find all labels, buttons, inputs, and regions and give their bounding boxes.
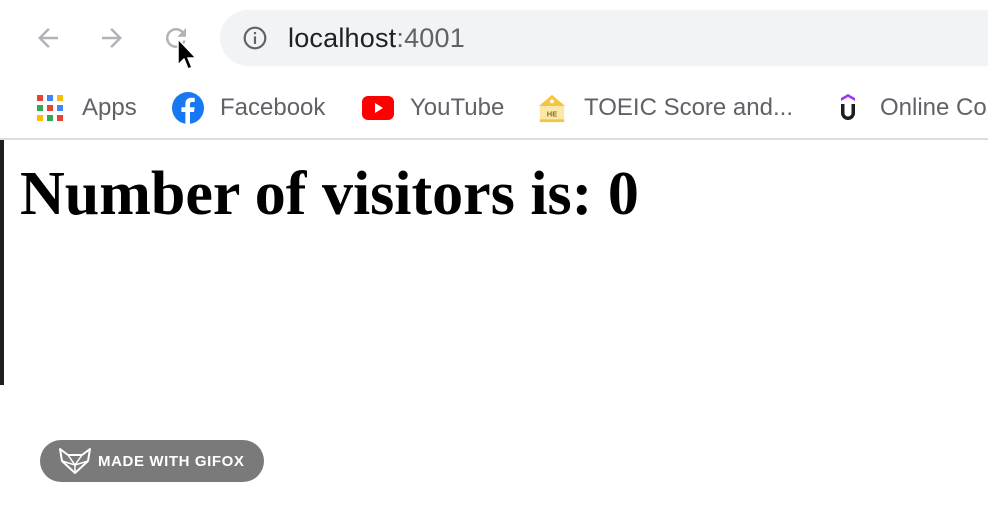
bookmark-facebook[interactable]: Facebook — [172, 86, 325, 130]
bookmark-toeic[interactable]: HE TOEIC Score and... — [536, 86, 793, 130]
url-text[interactable]: localhost:4001 — [288, 22, 465, 54]
bookmark-label: Apps — [82, 94, 137, 121]
bookmark-label: Online Co — [880, 94, 987, 121]
facebook-icon — [172, 92, 204, 124]
bookmark-label: YouTube — [410, 94, 505, 121]
gifox-watermark: MADE WITH GIFOX — [40, 440, 264, 482]
bookmarks-bar: Apps Facebook YouTube HE TOEIC Score and… — [0, 80, 988, 138]
watermark-label: MADE WITH GIFOX — [98, 452, 245, 470]
mouse-cursor-icon — [177, 38, 197, 70]
page-heading: Number of visitors is: 0 — [20, 160, 639, 228]
forward-arrow-icon — [102, 28, 122, 48]
url-host: localhost — [288, 23, 397, 53]
forward-button[interactable] — [94, 20, 130, 56]
back-arrow-icon — [38, 28, 58, 48]
address-bar[interactable]: localhost:4001 — [220, 10, 988, 66]
svg-text:HE: HE — [547, 109, 557, 118]
info-icon[interactable] — [242, 25, 268, 51]
url-port: :4001 — [396, 23, 465, 53]
bookmark-apps[interactable]: Apps — [34, 86, 137, 130]
bookmark-youtube[interactable]: YouTube — [362, 86, 504, 130]
apps-grid-icon — [34, 92, 66, 124]
fox-icon — [59, 448, 91, 474]
bookmark-label: TOEIC Score and... — [584, 94, 793, 121]
toeic-icon: HE — [536, 92, 568, 124]
youtube-icon — [362, 92, 394, 124]
window-edge — [0, 140, 4, 385]
browser-toolbar: localhost:4001 — [0, 0, 988, 80]
bookmark-label: Facebook — [220, 94, 326, 121]
bookmark-online-courses[interactable]: Online Co — [832, 86, 987, 130]
udemy-icon — [832, 92, 864, 124]
back-button[interactable] — [30, 20, 66, 56]
